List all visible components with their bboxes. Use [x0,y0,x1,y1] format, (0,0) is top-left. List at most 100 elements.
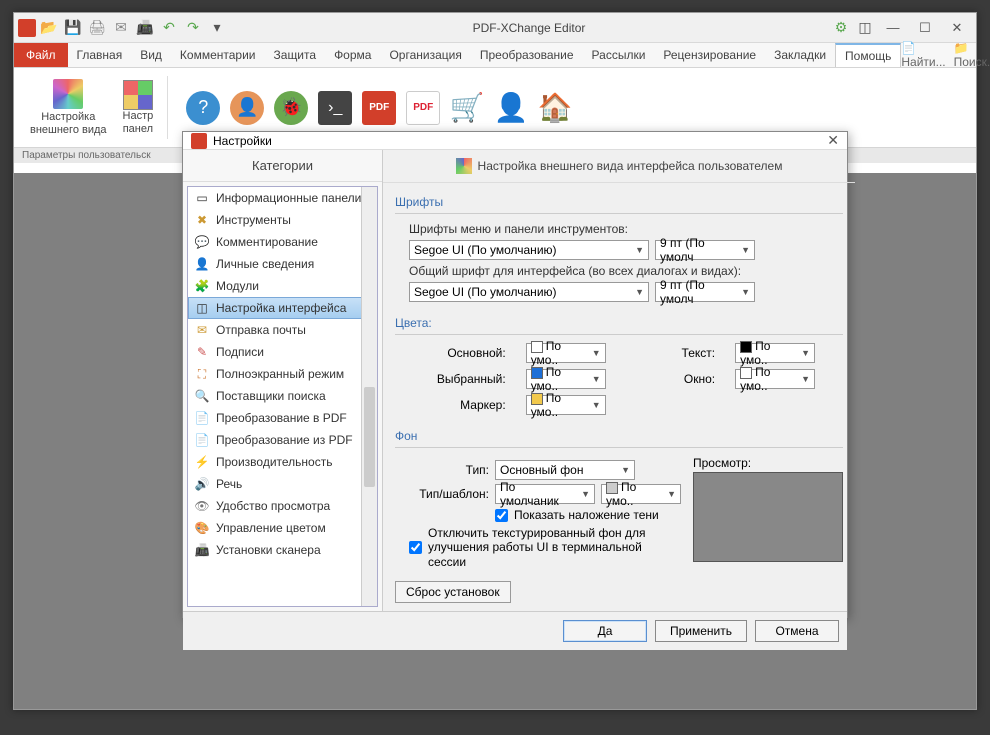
cat-info-panels[interactable]: ▭Информационные панели до [188,187,377,209]
ui-font-combo[interactable]: Segoe UI (По умолчанию)▼ [409,282,649,302]
search-icon[interactable]: 📁 Поиск... [954,41,990,69]
ui-size-combo[interactable]: 9 пт (По умолч▼ [655,282,755,302]
bg-type-combo[interactable]: Основный фон▼ [495,460,635,480]
cat-commenting[interactable]: 💬Комментирование [188,231,377,253]
scan-icon[interactable]: 📠 [134,17,156,39]
window-color-combo[interactable]: По умо..▼ [735,369,815,389]
cat-fullscreen[interactable]: ⛶Полноэкранный режим [188,363,377,385]
cat-speech[interactable]: 🔊Речь [188,473,377,495]
cat-convert-from-pdf[interactable]: 📄Преобразование из PDF [188,429,377,451]
menu-size-combo[interactable]: 9 пт (По умолч▼ [655,240,755,260]
header-icon [456,158,472,174]
selected-color-combo[interactable]: По умо..▼ [526,369,606,389]
identity-icon: 👤 [194,256,210,272]
bg-type-label: Тип: [409,463,489,477]
cat-search-providers[interactable]: 🔍Поставщики поиска [188,385,377,407]
main-window: 📂 💾 🖨 ✉ 📠 ↶ ↷ ▾ PDF-XChange Editor ⚙ ◫ —… [13,12,977,710]
scrollbar-thumb[interactable] [364,387,375,487]
cat-signatures[interactable]: ✎Подписи [188,341,377,363]
bg-pattern-color-combo[interactable]: По умо..▼ [601,484,681,504]
search-prov-icon: 🔍 [194,388,210,404]
cat-performance[interactable]: ⚡Производительность [188,451,377,473]
cancel-button[interactable]: Отмена [755,620,839,642]
bug-icon[interactable]: 🐞 [274,91,308,125]
tab-convert[interactable]: Преобразование [471,43,583,67]
close-button[interactable]: ✕ [942,17,972,39]
tab-organize[interactable]: Организация [380,43,470,67]
pdf-red-icon[interactable]: PDF [362,91,396,125]
cart-icon[interactable]: 🛒 [450,91,484,125]
selected-color-label: Выбранный: [409,372,506,386]
help-toggle-icon[interactable]: ◫ [854,17,876,39]
sign-icon: ✎ [194,344,210,360]
ok-button[interactable]: Да [563,620,647,642]
tab-form[interactable]: Форма [325,43,380,67]
textured-checkbox[interactable] [409,541,422,554]
file-tab[interactable]: Файл [14,43,68,67]
dialog-title: Настройки [213,134,272,148]
cat-scanner[interactable]: 📠Установки сканера [188,539,377,561]
undo-icon[interactable]: ↶ [158,17,180,39]
cat-email[interactable]: ✉Отправка почты [188,319,377,341]
reset-button[interactable]: Сброс установок [395,581,511,603]
palette-icon [53,79,83,109]
tab-mailings[interactable]: Рассылки [583,43,655,67]
email-icon: ✉ [194,322,210,338]
cat-plugins[interactable]: 🧩Модули [188,275,377,297]
categories-header: Категории [183,150,382,182]
bg-pattern-label: Тип/шаблон: [409,487,489,501]
find-icon[interactable]: 📄 Найти... [901,41,945,69]
chevron-down-icon[interactable]: ▾ [206,17,228,39]
cat-convert-to-pdf[interactable]: 📄Преобразование в PDF [188,407,377,429]
cat-ui-customize[interactable]: ◫Настройка интерфейса [188,297,377,319]
bg-pattern-combo[interactable]: По умолчаник▼ [495,484,595,504]
cat-accessibility[interactable]: 👁Удобство просмотра [188,495,377,517]
print-icon[interactable]: 🖨 [86,17,108,39]
ribbon-customize-panels[interactable]: Настр панел [115,72,162,143]
terminal-icon[interactable]: ›_ [318,91,352,125]
minimize-button[interactable]: — [878,17,908,39]
user-add-icon[interactable]: 👤 [494,91,528,125]
cat-identity[interactable]: 👤Личные сведения [188,253,377,275]
support-icon[interactable]: 👤 [230,91,264,125]
dialog-close-icon[interactable]: ✕ [827,132,839,149]
email-icon[interactable]: ✉ [110,17,132,39]
shadow-checkbox[interactable] [495,509,508,522]
main-color-combo[interactable]: По умо..▼ [526,343,606,363]
open-icon[interactable]: 📂 [38,17,60,39]
apply-button[interactable]: Применить [655,620,747,642]
tab-comments[interactable]: Комментарии [171,43,265,67]
tab-protect[interactable]: Защита [265,43,326,67]
content-header: Настройка внешнего вида интерфейса польз… [383,150,855,183]
colors-section: Цвета: [395,312,843,335]
categories-scrollbar[interactable] [361,187,377,606]
tab-home[interactable]: Главная [68,43,132,67]
preview-label: Просмотр: [693,456,843,470]
options-icon[interactable]: ⚙ [830,17,852,39]
menu-font-combo[interactable]: Segoe UI (По умолчанию)▼ [409,240,649,260]
dialog-body: Категории ▭Информационные панели до ✖Инс… [183,150,847,611]
marker-color-combo[interactable]: По умо..▼ [526,395,606,415]
cat-color-mgmt[interactable]: 🎨Управление цветом [188,517,377,539]
text-color-combo[interactable]: По умо..▼ [735,343,815,363]
comment-icon: 💬 [194,234,210,250]
tab-review[interactable]: Рецензирование [654,43,765,67]
menu-font-label: Шрифты меню и панели инструментов: [409,222,628,236]
save-icon[interactable]: 💾 [62,17,84,39]
tools-icon: ✖ [194,212,210,228]
tab-help[interactable]: Помощь [835,43,901,67]
dialog-app-icon [191,133,207,149]
window-controls: ⚙ ◫ — ☐ ✕ [830,17,972,39]
tab-bookmarks[interactable]: Закладки [765,43,835,67]
cat-tools[interactable]: ✖Инструменты [188,209,377,231]
help-question-icon[interactable]: ? [186,91,220,125]
pdf-white-icon[interactable]: PDF [406,91,440,125]
maximize-button[interactable]: ☐ [910,17,940,39]
redo-icon[interactable]: ↷ [182,17,204,39]
home-icon[interactable]: 🏠 [538,91,572,125]
tab-view[interactable]: Вид [131,43,171,67]
ribbon-customize-ui[interactable]: Настройка внешнего вида [22,72,115,143]
app-icon[interactable] [18,19,36,37]
perf-icon: ⚡ [194,454,210,470]
marker-color-label: Маркер: [409,398,506,412]
